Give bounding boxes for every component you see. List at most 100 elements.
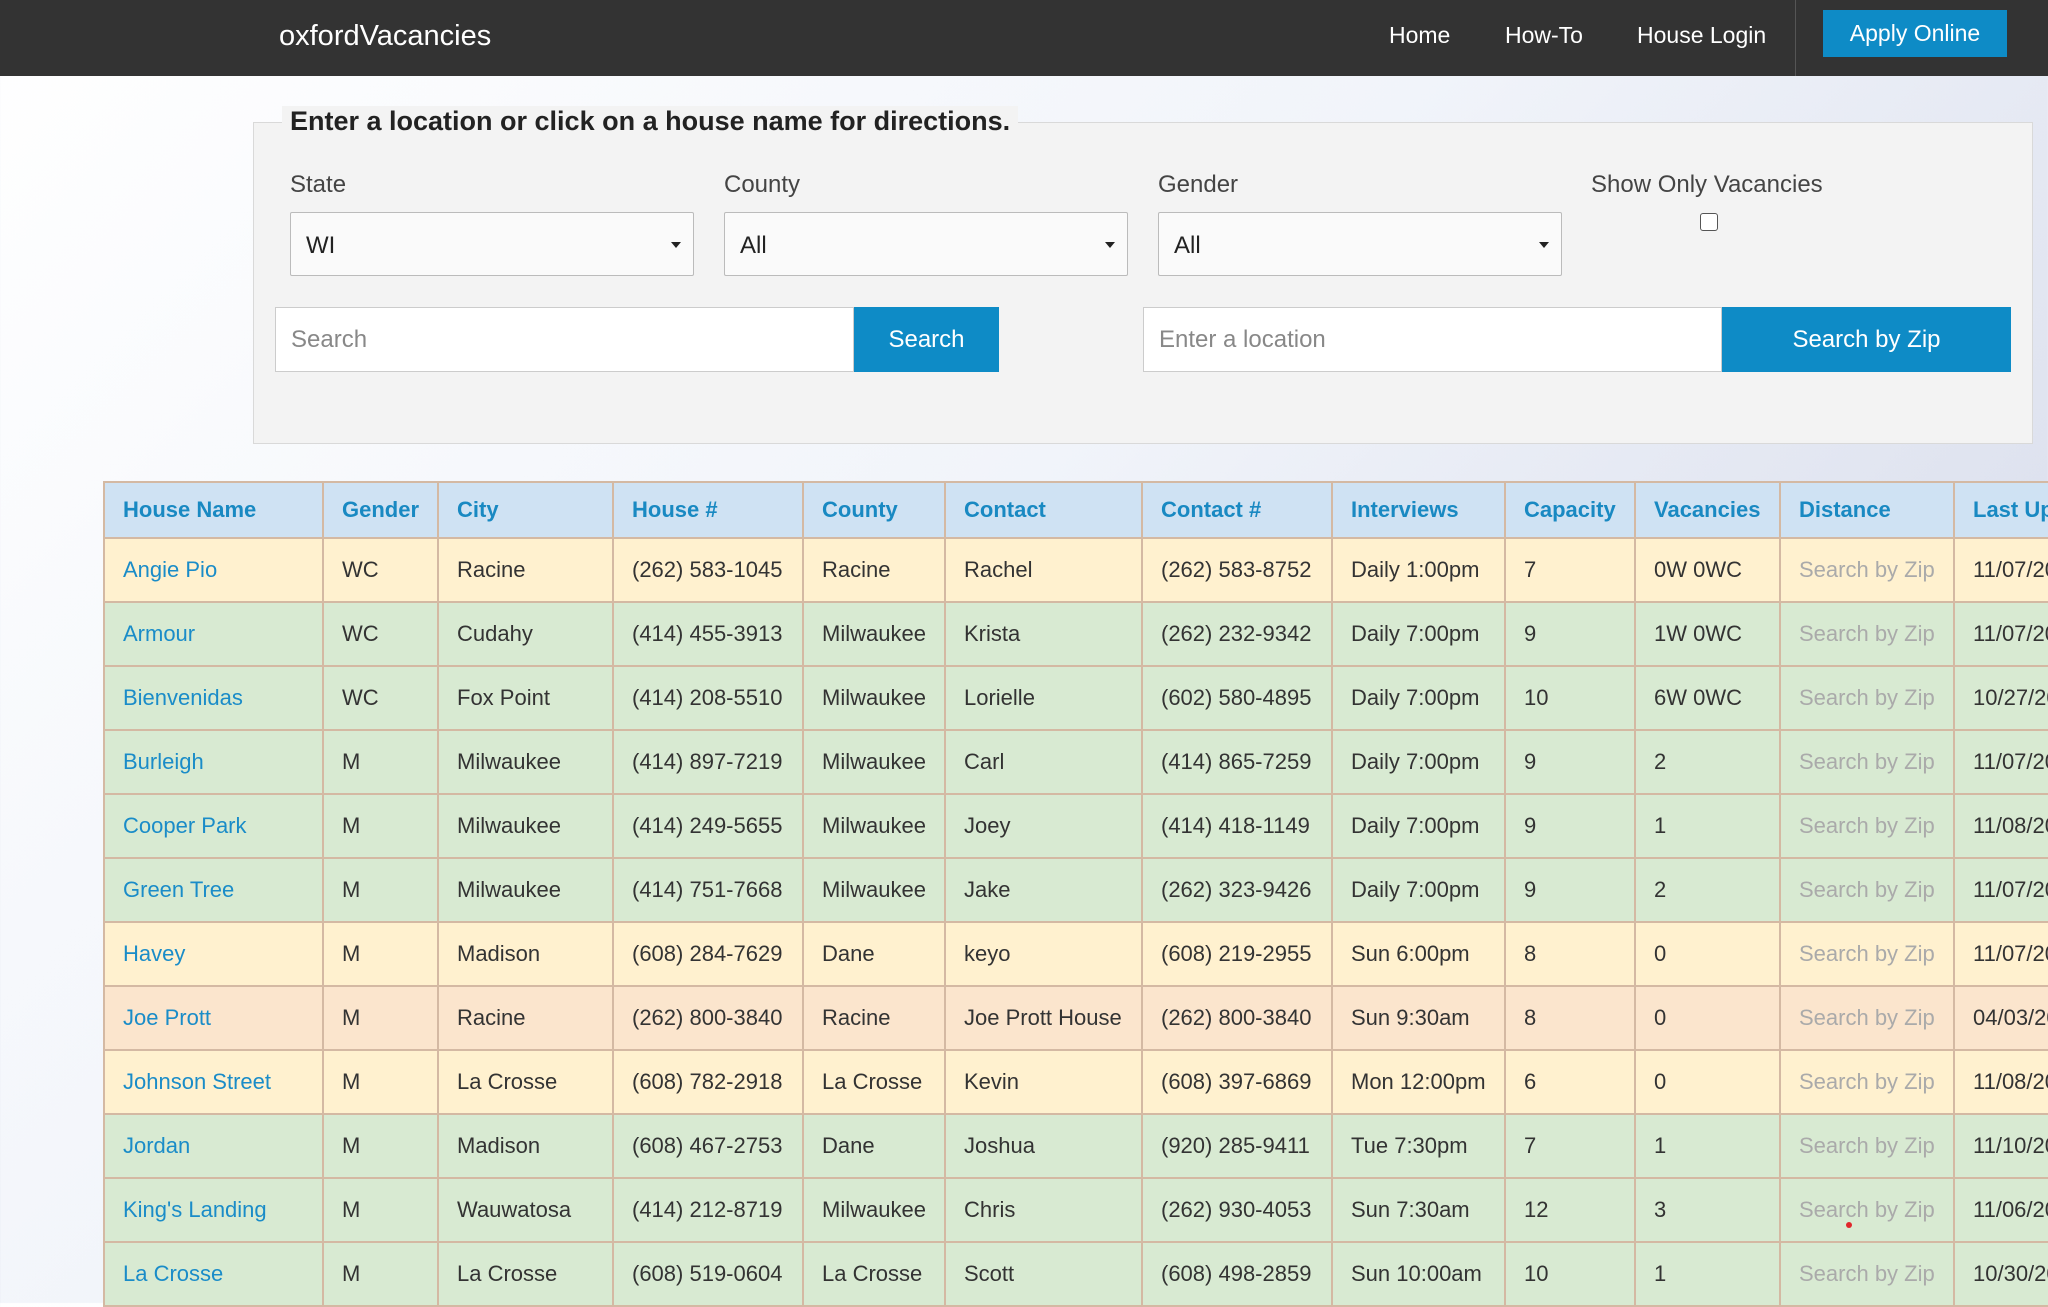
cell-gender: M	[322, 857, 439, 923]
nav-divider	[1795, 0, 1796, 76]
cell-house-name[interactable]: Bienvenidas	[103, 665, 324, 731]
cell-gender: M	[322, 1241, 439, 1307]
cell-house-number: (608) 782-2918	[612, 1049, 804, 1115]
cell-capacity: 9	[1504, 857, 1636, 923]
column-header-house-name[interactable]: House Name	[103, 481, 324, 539]
cell-county: Milwaukee	[802, 601, 946, 667]
cell-county: Dane	[802, 921, 946, 987]
cell-vacancies: 0	[1634, 921, 1781, 987]
cell-house-name[interactable]: Havey	[103, 921, 324, 987]
top-navbar: oxfordVacancies Home How-To House Login …	[0, 0, 2048, 76]
search-button[interactable]: Search	[854, 307, 999, 372]
table-row: Bienvenidas WC Fox Point (414) 208-5510 Milw…	[103, 665, 2048, 731]
cell-gender: M	[322, 793, 439, 859]
cell-capacity: 12	[1504, 1177, 1636, 1243]
caret-down-icon	[671, 242, 681, 248]
column-header-vacancies[interactable]: Vacancies	[1634, 481, 1781, 539]
search-input[interactable]	[275, 307, 854, 372]
cell-gender: M	[322, 729, 439, 795]
cell-house-name[interactable]: Cooper Park	[103, 793, 324, 859]
cell-last-updated: 11/10/20	[1953, 1113, 2048, 1179]
column-header-distance[interactable]: Distance	[1779, 481, 1955, 539]
table-header-row: House Name Gender City House # County Contact…	[103, 481, 2048, 539]
cell-contact-number: (262) 323-9426	[1141, 857, 1333, 923]
cell-house-number: (414) 897-7219	[612, 729, 804, 795]
houses-table-container: House Name Gender City House # County Contact…	[103, 481, 2048, 1307]
cell-last-updated: 10/27/20	[1953, 665, 2048, 731]
county-select[interactable]: All	[724, 212, 1128, 276]
cell-house-number: (608) 467-2753	[612, 1113, 804, 1179]
column-header-contact-number[interactable]: Contact #	[1141, 481, 1333, 539]
cell-county: La Crosse	[802, 1049, 946, 1115]
cell-distance: Search by Zip	[1779, 1049, 1955, 1115]
cell-city: Milwaukee	[437, 857, 614, 923]
cell-gender: M	[322, 1177, 439, 1243]
cell-county: Racine	[802, 985, 946, 1051]
state-select[interactable]: WI	[290, 212, 694, 276]
cell-contact-number: (608) 219-2955	[1141, 921, 1333, 987]
cell-county: Milwaukee	[802, 857, 946, 923]
cell-distance: Search by Zip	[1779, 601, 1955, 667]
cell-interviews: Daily 7:00pm	[1331, 793, 1506, 859]
cell-capacity: 9	[1504, 729, 1636, 795]
column-header-last-updated[interactable]: Last Up	[1953, 481, 2048, 539]
column-header-county[interactable]: County	[802, 481, 946, 539]
cell-house-name[interactable]: Joe Prott	[103, 985, 324, 1051]
gender-select[interactable]: All	[1158, 212, 1562, 276]
cell-house-name[interactable]: Jordan	[103, 1113, 324, 1179]
cell-house-name[interactable]: Angie Pio	[103, 537, 324, 603]
show-only-vacancies-checkbox[interactable]	[1700, 213, 1718, 231]
cell-city: Madison	[437, 1113, 614, 1179]
cell-house-name[interactable]: Armour	[103, 601, 324, 667]
location-input[interactable]	[1143, 307, 1722, 372]
cell-capacity: 7	[1504, 537, 1636, 603]
column-header-capacity[interactable]: Capacity	[1504, 481, 1636, 539]
site-brand[interactable]: oxfordVacancies	[279, 20, 491, 53]
column-header-interviews[interactable]: Interviews	[1331, 481, 1506, 539]
cell-city: Madison	[437, 921, 614, 987]
apply-online-button[interactable]: Apply Online	[1823, 10, 2007, 57]
cell-distance: Search by Zip	[1779, 729, 1955, 795]
nav-home-link[interactable]: Home	[1389, 22, 1450, 49]
nav-house-login-link[interactable]: House Login	[1637, 22, 1766, 49]
column-header-gender[interactable]: Gender	[322, 481, 439, 539]
show-only-vacancies-label: Show Only Vacancies	[1591, 171, 1823, 198]
cell-contact-number: (414) 418-1149	[1141, 793, 1333, 859]
search-by-zip-button[interactable]: Search by Zip	[1722, 307, 2011, 372]
cell-distance: Search by Zip	[1779, 1241, 1955, 1307]
cell-contact: Joe Prott House	[944, 985, 1143, 1051]
cell-county: Dane	[802, 1113, 946, 1179]
gender-label: Gender	[1158, 171, 1239, 198]
cell-house-name[interactable]: Johnson Street	[103, 1049, 324, 1115]
cell-house-name[interactable]: King's Landing	[103, 1177, 324, 1243]
cell-house-name[interactable]: La Crosse	[103, 1241, 324, 1307]
cell-gender: WC	[322, 537, 439, 603]
cell-distance: Search by Zip	[1779, 793, 1955, 859]
column-header-city[interactable]: City	[437, 481, 614, 539]
cell-distance: Search by Zip	[1779, 921, 1955, 987]
table-row: Angie Pio WC Racine (262) 583-1045 Racine Rac…	[103, 537, 2048, 603]
table-row: Joe Prott M Racine (262) 800-3840 Racine Joe …	[103, 985, 2048, 1051]
column-header-contact[interactable]: Contact	[944, 481, 1143, 539]
cell-house-number: (262) 800-3840	[612, 985, 804, 1051]
caret-down-icon	[1105, 242, 1115, 248]
column-header-house-number[interactable]: House #	[612, 481, 804, 539]
cell-city: Cudahy	[437, 601, 614, 667]
table-row: Jordan M Madison (608) 467-2753 Dane Joshua (9…	[103, 1113, 2048, 1179]
nav-how-to-link[interactable]: How-To	[1505, 22, 1583, 49]
cell-contact: Joey	[944, 793, 1143, 859]
county-label: County	[724, 171, 801, 198]
cell-city: La Crosse	[437, 1049, 614, 1115]
cell-distance: Search by Zip	[1779, 985, 1955, 1051]
cell-house-number: (608) 519-0604	[612, 1241, 804, 1307]
cell-contact: Chris	[944, 1177, 1143, 1243]
cell-house-name[interactable]: Burleigh	[103, 729, 324, 795]
cell-vacancies: 1W 0WC	[1634, 601, 1781, 667]
cell-house-name[interactable]: Green Tree	[103, 857, 324, 923]
cell-county: Milwaukee	[802, 665, 946, 731]
caret-down-icon	[1539, 242, 1549, 248]
cell-interviews: Sun 6:00pm	[1331, 921, 1506, 987]
cell-capacity: 9	[1504, 601, 1636, 667]
table-row: Johnson Street M La Crosse (608) 782-2918 La…	[103, 1049, 2048, 1115]
state-select-value: WI	[306, 232, 336, 259]
